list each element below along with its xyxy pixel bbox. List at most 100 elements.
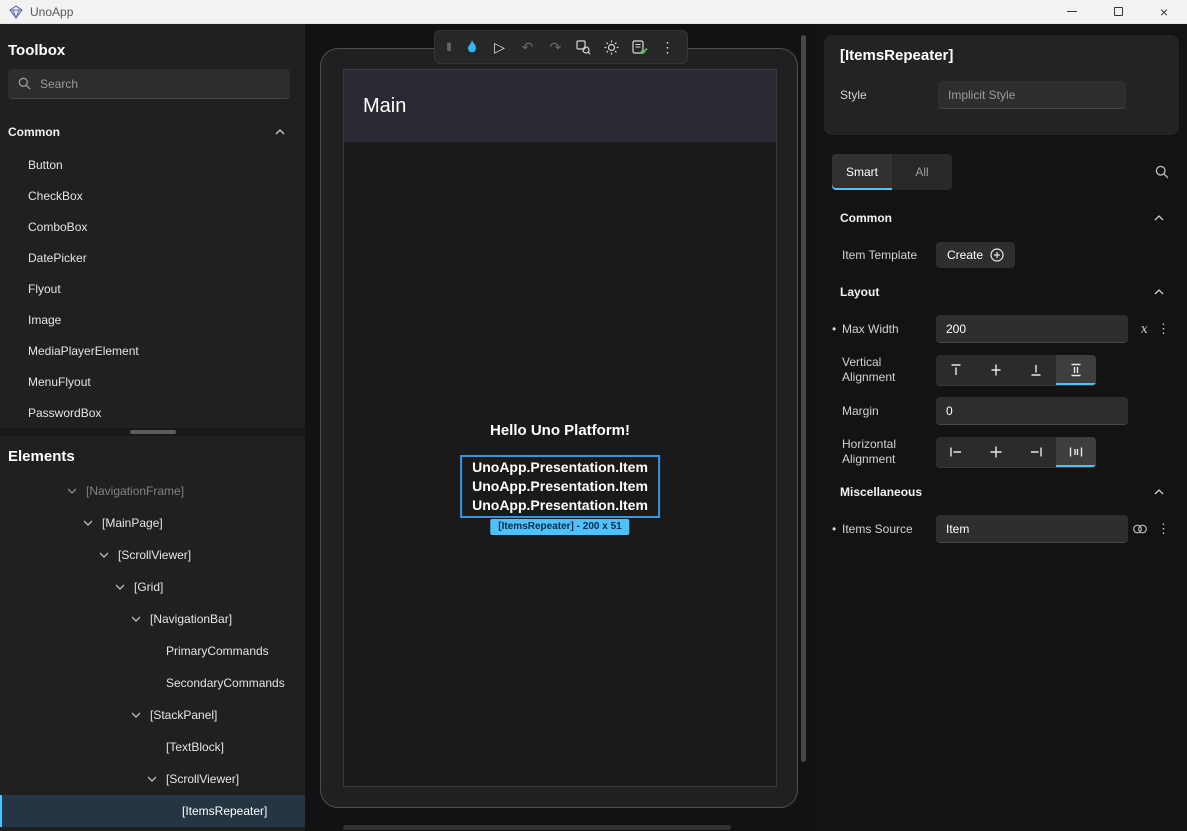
chevron-down-icon[interactable]: [80, 515, 96, 531]
undo-icon[interactable]: ↶: [514, 34, 541, 61]
canvas-horizontal-scrollbar[interactable]: [343, 825, 731, 830]
chevron-down-icon[interactable]: [96, 547, 112, 563]
panel-splitter[interactable]: [0, 428, 305, 436]
modified-indicator: •: [832, 322, 842, 336]
section-common-label: Common: [840, 211, 892, 225]
property-row-items-source: • Items Source ⋮: [832, 510, 1172, 548]
tree-item-scrollviewer-2[interactable]: [ScrollViewer]: [0, 763, 305, 795]
chevron-down-icon[interactable]: [144, 771, 160, 787]
repeater-item[interactable]: UnoApp.Presentation.Item: [472, 496, 648, 515]
tree-item-mainpage[interactable]: [MainPage]: [0, 507, 305, 539]
max-width-input[interactable]: [936, 315, 1128, 343]
toolbox-item-flyout[interactable]: Flyout: [0, 273, 305, 304]
twisty-spacer: [144, 675, 160, 691]
tree-item-navigationbar[interactable]: [NavigationBar]: [0, 603, 305, 635]
section-miscellaneous[interactable]: Miscellaneous: [832, 474, 1172, 510]
selection-size-badge: [ItemsRepeater] - 200 x 51: [490, 519, 629, 535]
create-template-button[interactable]: Create: [936, 242, 1015, 268]
toolbox-item-button[interactable]: Button: [0, 149, 305, 180]
search-icon: [18, 77, 31, 90]
tree-item-scrollviewer[interactable]: [ScrollViewer]: [0, 539, 305, 571]
toolbox-search[interactable]: [8, 69, 290, 99]
toolbox-item-checkbox[interactable]: CheckBox: [0, 180, 305, 211]
property-row-max-width: • Max Width x ⋮: [832, 310, 1172, 348]
repeater-item[interactable]: UnoApp.Presentation.Item: [472, 477, 648, 496]
uno-logo-icon: [9, 5, 23, 19]
toolbox-section-common[interactable]: Common: [0, 115, 305, 149]
tree-item-textblock[interactable]: [TextBlock]: [0, 731, 305, 763]
toolbox-item-passwordbox[interactable]: PasswordBox: [0, 397, 305, 428]
property-row-item-template: Item Template Create: [832, 236, 1172, 274]
theme-toggle-sun-icon[interactable]: [598, 34, 625, 61]
chevron-down-icon[interactable]: [64, 483, 80, 499]
elements-title: Elements: [0, 436, 305, 467]
app-page-header[interactable]: Main: [344, 70, 776, 142]
window-controls: ×: [1049, 0, 1187, 23]
properties-search-button[interactable]: [1155, 165, 1173, 179]
redo-icon[interactable]: ↷: [542, 34, 569, 61]
align-stretch-horizontal-button[interactable]: [1056, 437, 1096, 467]
validation-check-icon[interactable]: [626, 34, 653, 61]
plus-circle-icon: [990, 248, 1004, 262]
align-right-button[interactable]: [1016, 437, 1056, 467]
tab-all[interactable]: All: [892, 154, 952, 190]
maximize-button[interactable]: [1095, 0, 1141, 23]
align-left-button[interactable]: [936, 437, 976, 467]
toolbox-item-datepicker[interactable]: DatePicker: [0, 242, 305, 273]
toolbox-title: Toolbox: [0, 24, 305, 69]
align-top-button[interactable]: [936, 355, 976, 385]
toolbox-item-menuflyout[interactable]: MenuFlyout: [0, 366, 305, 397]
more-options-icon[interactable]: ⋮: [654, 34, 681, 61]
tree-item-itemsrepeater[interactable]: [ItemsRepeater]: [0, 795, 305, 827]
chevron-down-icon[interactable]: [128, 611, 144, 627]
modified-indicator: •: [832, 522, 842, 536]
align-bottom-button[interactable]: [1016, 355, 1056, 385]
create-button-label: Create: [947, 248, 983, 262]
splitter-handle-icon: [130, 430, 176, 434]
canvas-vertical-scrollbar[interactable]: [801, 35, 806, 762]
tree-item-stackpanel[interactable]: [StackPanel]: [0, 699, 305, 731]
twisty-spacer: [160, 803, 176, 819]
search-icon: [1155, 165, 1169, 179]
chevron-down-icon[interactable]: [128, 707, 144, 723]
device-screen[interactable]: Main Hello Uno Platform! UnoApp.Presenta…: [343, 69, 777, 787]
items-source-input[interactable]: [936, 515, 1128, 543]
tree-item-label: [MainPage]: [102, 516, 163, 530]
toolbar-grip-icon[interactable]: ‖: [441, 34, 457, 61]
toolbox-item-mediaplayerelement[interactable]: MediaPlayerElement: [0, 335, 305, 366]
toolbox-item-combobox[interactable]: ComboBox: [0, 211, 305, 242]
repeater-item[interactable]: UnoApp.Presentation.Item: [472, 458, 648, 477]
tab-smart[interactable]: Smart: [832, 154, 892, 190]
binding-icon[interactable]: [1132, 523, 1148, 535]
tree-item-grid[interactable]: [Grid]: [0, 571, 305, 603]
items-repeater-selection[interactable]: UnoApp.Presentation.Item UnoApp.Presenta…: [460, 455, 660, 518]
style-input[interactable]: [938, 81, 1126, 109]
more-options-icon[interactable]: ⋮: [1157, 321, 1170, 337]
close-button[interactable]: ×: [1141, 0, 1187, 23]
design-canvas[interactable]: ‖ ▷ ↶ ↷ ⋮ Main Hello Uno Platform! UnoAp…: [305, 24, 817, 831]
tree-item-secondarycommands[interactable]: SecondaryCommands: [0, 667, 305, 699]
section-common[interactable]: Common: [832, 200, 1172, 236]
align-center-horizontal-button[interactable]: [976, 437, 1016, 467]
align-center-vertical-button[interactable]: [976, 355, 1016, 385]
toolbox-search-input[interactable]: [40, 77, 280, 91]
tree-item-navigationframe[interactable]: [NavigationFrame]: [0, 475, 305, 507]
toolbox-item-image[interactable]: Image: [0, 304, 305, 335]
device-frame: Main Hello Uno Platform! UnoApp.Presenta…: [320, 48, 798, 808]
hot-reload-flame-icon[interactable]: [458, 34, 485, 61]
tree-item-primarycommands[interactable]: PrimaryCommands: [0, 635, 305, 667]
selected-element-title: [ItemsRepeater]: [840, 47, 1163, 64]
element-picker-icon[interactable]: [570, 34, 597, 61]
more-options-icon[interactable]: ⋮: [1157, 521, 1170, 537]
property-row-horizontal-alignment: Horizontal Alignment: [832, 430, 1172, 474]
app-page-content[interactable]: Hello Uno Platform! UnoApp.Presentation.…: [344, 142, 776, 786]
binding-expression-icon[interactable]: x: [1141, 322, 1148, 337]
minimize-button[interactable]: [1049, 0, 1095, 23]
section-layout[interactable]: Layout: [832, 274, 1172, 310]
play-icon[interactable]: ▷: [486, 34, 513, 61]
chevron-down-icon[interactable]: [112, 579, 128, 595]
margin-input[interactable]: [936, 397, 1128, 425]
align-stretch-vertical-button[interactable]: [1056, 355, 1096, 385]
maximize-icon: [1114, 7, 1123, 16]
hello-text[interactable]: Hello Uno Platform!: [344, 422, 776, 439]
